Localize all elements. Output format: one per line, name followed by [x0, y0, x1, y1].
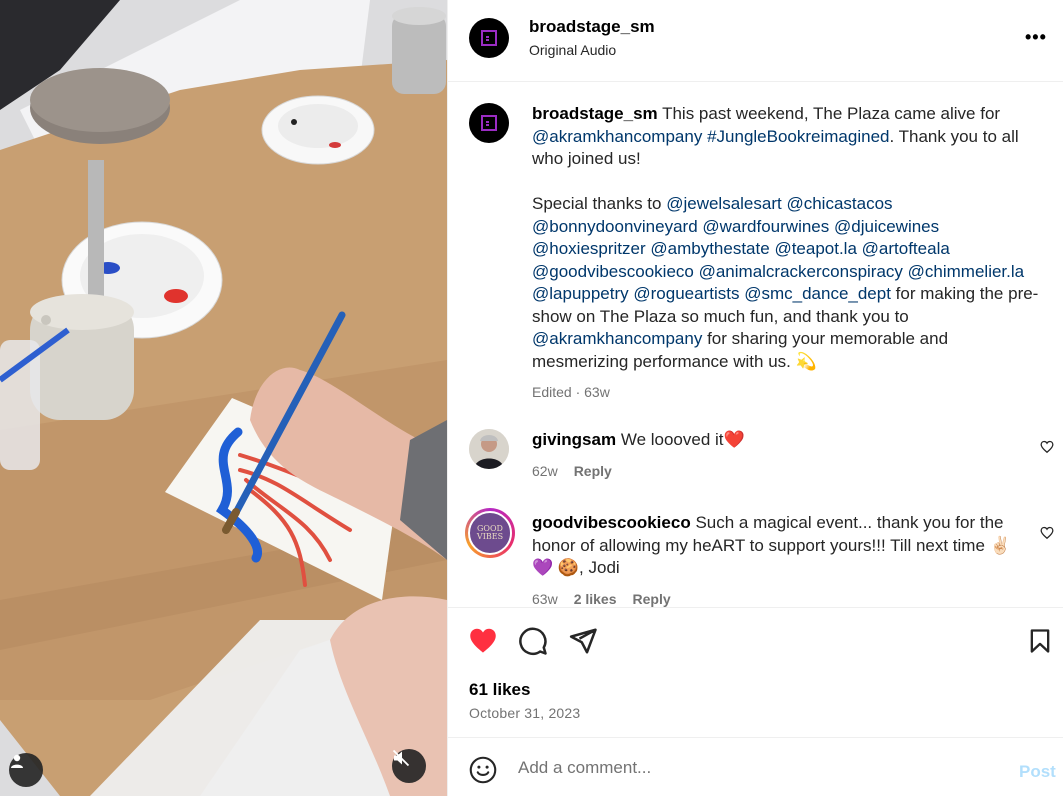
caption-username[interactable]: broadstage_sm	[532, 104, 658, 123]
post-header: broadstage_sm Original Audio •••	[448, 0, 1063, 82]
author-username[interactable]: broadstage_sm	[529, 17, 655, 37]
comment-input[interactable]	[518, 754, 998, 782]
media-photo	[0, 0, 447, 796]
caption-meta: Edited · 63w	[532, 384, 610, 400]
avatar-logo-text: GOOD VIBES	[468, 511, 512, 555]
brand-logo-icon	[481, 30, 497, 46]
speaker-muted-icon	[392, 749, 410, 767]
comment-username[interactable]: goodvibescookieco	[532, 513, 691, 532]
heart-filled-icon[interactable]	[468, 626, 498, 656]
paper-plane-icon[interactable]	[568, 626, 598, 656]
mention-link[interactable]: @ambythestate	[650, 239, 769, 258]
person-photo-icon	[469, 429, 509, 469]
comment-text: We loooved it❤️	[620, 430, 745, 449]
comment-body: givingsam We loooved it❤️ 62w Reply	[532, 429, 1012, 482]
brand-logo-icon	[481, 115, 497, 131]
post-media[interactable]	[0, 0, 447, 796]
mention-link[interactable]: @teapot.la	[774, 239, 856, 258]
commenter-avatar[interactable]: GOOD VIBES	[465, 508, 515, 558]
comment-meta: 62w Reply	[532, 460, 1012, 483]
audio-label[interactable]: Original Audio	[529, 42, 616, 58]
comment-bubble-icon[interactable]	[518, 626, 548, 656]
caption-line: Special thanks to	[532, 194, 662, 213]
caption-line: This past weekend, The Plaza came alive …	[662, 104, 1001, 123]
comment-username[interactable]: givingsam	[532, 430, 616, 449]
post-details-panel: broadstage_sm Original Audio ••• broadst…	[447, 0, 1063, 796]
likes-count[interactable]: 61 likes	[469, 680, 530, 700]
mention-link[interactable]: @lapuppetry	[532, 284, 629, 303]
mention-link[interactable]: @smc_dance_dept	[744, 284, 891, 303]
comment-meta: 63w 2 likes Reply	[532, 588, 1012, 608]
reply-button[interactable]: Reply	[574, 460, 612, 483]
mention-link[interactable]: @bonnydoonvineyard	[532, 217, 698, 236]
commenter-avatar[interactable]	[469, 429, 509, 469]
mute-button[interactable]	[392, 749, 426, 783]
post-date: October 31, 2023	[469, 705, 581, 721]
mention-link[interactable]: @goodvibescookieco	[532, 262, 694, 281]
mention-link[interactable]: @chimmelier.la	[908, 262, 1024, 281]
mention-link[interactable]: @akramkhancompany	[532, 127, 702, 146]
user-tag-icon	[11, 754, 23, 768]
reply-button[interactable]: Reply	[633, 588, 671, 608]
mention-link[interactable]: @animalcrackerconspiracy	[699, 262, 903, 281]
bookmark-icon[interactable]	[1026, 626, 1054, 656]
mention-link[interactable]: @wardfourwines	[702, 217, 829, 236]
post-comment-button[interactable]: Post	[1019, 762, 1056, 782]
mention-link[interactable]: @hoxiespritzer	[532, 239, 646, 258]
comments-list[interactable]: broadstage_sm This past weekend, The Pla…	[448, 83, 1063, 607]
comment-age: 62w	[532, 462, 558, 479]
mention-link[interactable]: @rogueartists	[633, 284, 739, 303]
caption-text: broadstage_sm This past weekend, The Pla…	[532, 103, 1047, 404]
add-comment-bar: Post	[448, 737, 1063, 796]
more-options-icon[interactable]: •••	[1025, 28, 1047, 46]
comment-likes[interactable]: 2 likes	[574, 588, 617, 608]
comment-body: goodvibescookieco Such a magical event..…	[532, 512, 1012, 607]
hashtag-link[interactable]: #JungleBookreimagined	[707, 127, 889, 146]
caption-avatar[interactable]	[469, 103, 509, 143]
mention-link[interactable]: @djuicewines	[834, 217, 939, 236]
author-avatar[interactable]	[469, 18, 509, 58]
action-bar: 61 likes October 31, 2023	[448, 607, 1063, 737]
mention-link[interactable]: @jewelsalesart	[666, 194, 782, 213]
comment-like-icon[interactable]	[1040, 526, 1054, 540]
thanks-paragraph: Special thanks to @jewelsalesart @chicas…	[532, 193, 1047, 373]
mention-link[interactable]: @akramkhancompany	[532, 329, 702, 348]
comment-like-icon[interactable]	[1040, 440, 1054, 454]
mention-link[interactable]: @artofteala	[862, 239, 950, 258]
emoji-smile-icon[interactable]	[469, 756, 497, 784]
mention-link[interactable]: @chicastacos	[786, 194, 892, 213]
user-tag-button[interactable]	[9, 753, 43, 787]
comment-age: 63w	[532, 590, 558, 607]
